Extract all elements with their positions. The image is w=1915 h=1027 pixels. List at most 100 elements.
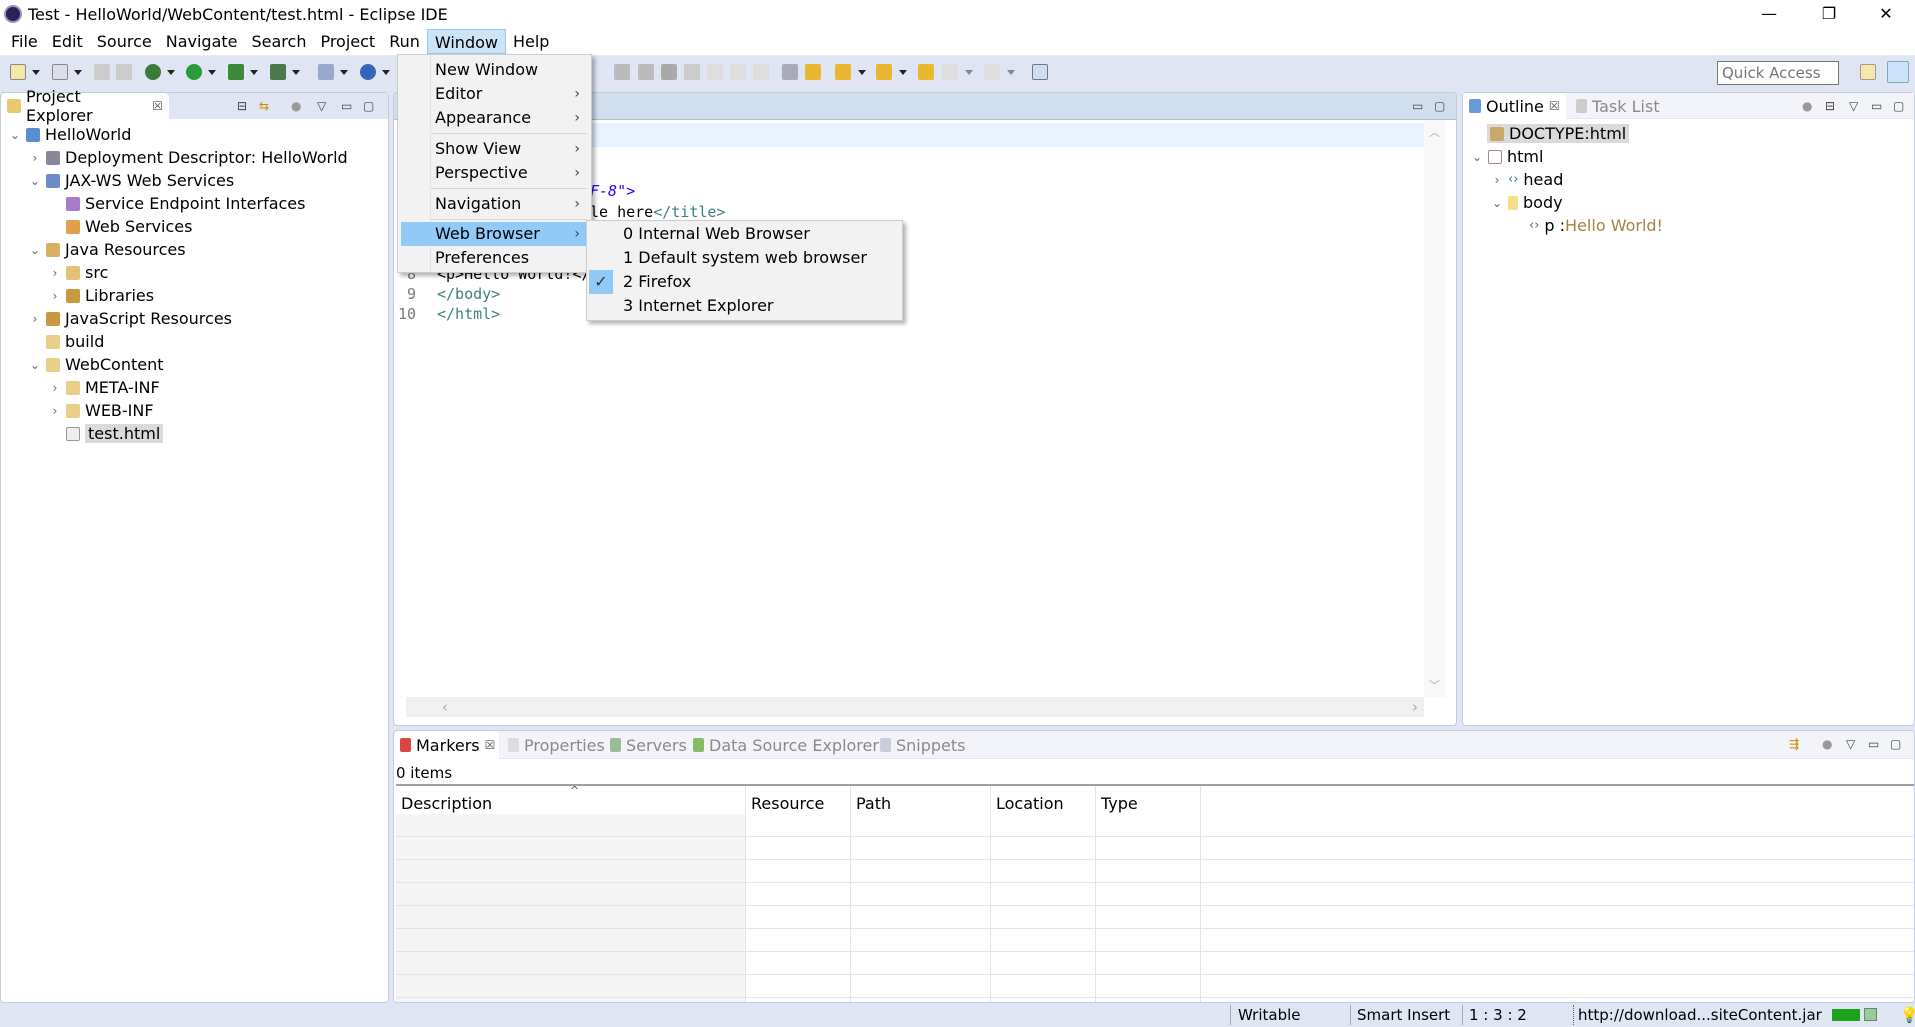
- tab-data-source-explorer[interactable]: Data Source Explorer: [687, 731, 885, 759]
- menu-item-firefox[interactable]: ✓ 2 Firefox: [589, 270, 899, 294]
- step-return-icon[interactable]: [753, 64, 769, 80]
- menu-item-web-browser[interactable]: Web Browser ›: [401, 222, 588, 246]
- minimize-view-icon[interactable]: ▭: [1871, 99, 1882, 113]
- progress-bar[interactable]: [1832, 1009, 1860, 1021]
- menu-item-editor[interactable]: Editor ›: [401, 82, 588, 106]
- progress-view-icon[interactable]: [1864, 1008, 1877, 1021]
- terminate-icon[interactable]: [661, 64, 677, 80]
- view-menu-icon[interactable]: ▽: [317, 99, 326, 113]
- step-over-icon[interactable]: [730, 64, 746, 80]
- menu-item-navigation[interactable]: Navigation ›: [401, 192, 588, 216]
- maximize-view-icon[interactable]: ▢: [363, 99, 374, 113]
- minimize-view-icon[interactable]: ▭: [341, 99, 352, 113]
- suspend-icon[interactable]: [638, 64, 654, 80]
- outline-item-p[interactable]: ‹› p : Hello World!: [1529, 214, 1663, 237]
- chevron-down-icon[interactable]: ⌄: [9, 128, 21, 142]
- menu-item-preferences[interactable]: Preferences: [401, 246, 588, 270]
- tree-item[interactable]: Service Endpoint Interfaces: [49, 192, 305, 215]
- view-menu-icon[interactable]: ▽: [1846, 737, 1855, 751]
- menu-navigate[interactable]: Navigate: [159, 29, 245, 54]
- maximize-view-icon[interactable]: ▢: [1893, 99, 1904, 113]
- column-location[interactable]: Location: [996, 794, 1064, 813]
- menu-file[interactable]: File: [4, 29, 45, 54]
- quick-access-input[interactable]: [1717, 61, 1839, 85]
- java-ee-perspective-icon[interactable]: [1887, 61, 1909, 83]
- filters-icon[interactable]: ●: [291, 99, 301, 113]
- chevron-down-icon[interactable]: ⌄: [1471, 150, 1483, 164]
- tree-item[interactable]: ⌄ HelloWorld: [9, 123, 131, 146]
- collapse-all-icon[interactable]: ⊟: [237, 99, 247, 113]
- menu-edit[interactable]: Edit: [45, 29, 90, 54]
- column-resource[interactable]: Resource: [751, 794, 824, 813]
- menu-help[interactable]: Help: [506, 29, 556, 54]
- close-button[interactable]: ✕: [1857, 0, 1915, 28]
- use-step-filters-icon[interactable]: [805, 64, 821, 80]
- back-icon[interactable]: [942, 64, 958, 80]
- column-description[interactable]: Description: [401, 794, 492, 813]
- tree-item[interactable]: › JavaScript Resources: [29, 307, 232, 330]
- tree-item[interactable]: › META-INF: [49, 376, 160, 399]
- tree-item[interactable]: ⌄ JAX-WS Web Services: [29, 169, 234, 192]
- menu-project[interactable]: Project: [313, 29, 382, 54]
- restore-button[interactable]: ❐: [1800, 0, 1858, 28]
- external-tools-icon[interactable]: [270, 64, 286, 80]
- chevron-right-icon[interactable]: ›: [49, 289, 61, 303]
- tab-task-list[interactable]: Task List: [1570, 93, 1666, 119]
- column-type[interactable]: Type: [1101, 794, 1138, 813]
- menu-source[interactable]: Source: [90, 29, 159, 54]
- close-icon[interactable]: ☒: [1549, 99, 1560, 113]
- chevron-down-icon[interactable]: ⌄: [1491, 196, 1503, 210]
- chevron-down-icon[interactable]: ⌄: [29, 358, 41, 372]
- drop-frame-icon[interactable]: [782, 64, 798, 80]
- outline-item-html[interactable]: ⌄ html: [1471, 145, 1543, 168]
- previous-annotation-icon[interactable]: [876, 64, 892, 80]
- menu-run[interactable]: Run: [382, 29, 427, 54]
- menu-item-appearance[interactable]: Appearance ›: [401, 106, 588, 130]
- open-perspective-icon[interactable]: [1860, 64, 1876, 80]
- menu-item-internal-web-browser[interactable]: 0 Internal Web Browser: [589, 222, 899, 246]
- outline-item-body[interactable]: ⌄ body: [1491, 191, 1563, 214]
- tree-item[interactable]: test.html: [49, 422, 164, 445]
- menu-window[interactable]: Window: [426, 29, 506, 54]
- chevron-right-icon[interactable]: ›: [49, 381, 61, 395]
- tab-properties[interactable]: Properties: [502, 731, 611, 759]
- filters-icon[interactable]: ●: [1822, 737, 1832, 751]
- next-annotation-icon[interactable]: [835, 64, 851, 80]
- tree-item[interactable]: › src: [49, 261, 109, 284]
- outline-item-doctype[interactable]: DOCTYPE:html: [1487, 122, 1630, 145]
- tab-servers[interactable]: Servers: [604, 731, 693, 759]
- run-server-icon[interactable]: [228, 64, 244, 80]
- new-web-service-icon[interactable]: [318, 64, 334, 80]
- resume-icon[interactable]: [614, 64, 630, 80]
- vertical-scrollbar[interactable]: ︿ ﹀: [1424, 120, 1446, 697]
- last-edit-icon[interactable]: [918, 64, 934, 80]
- debug-icon[interactable]: [145, 64, 161, 80]
- disconnect-icon[interactable]: [684, 64, 700, 80]
- new-icon[interactable]: [10, 64, 26, 80]
- save-all-icon[interactable]: [116, 64, 132, 80]
- minimize-button[interactable]: —: [1740, 0, 1798, 28]
- run-icon[interactable]: [186, 64, 202, 80]
- tree-item[interactable]: › Deployment Descriptor: HelloWorld: [29, 146, 348, 169]
- tab-markers[interactable]: Markers ☒: [394, 731, 499, 759]
- chevron-right-icon[interactable]: ›: [29, 312, 41, 326]
- menu-item-perspective[interactable]: Perspective ›: [401, 161, 588, 185]
- status-background-job[interactable]: http://download...siteContent.jar: [1578, 1006, 1822, 1024]
- maximize-view-icon[interactable]: ▢: [1890, 737, 1901, 751]
- chevron-right-icon[interactable]: ›: [49, 404, 61, 418]
- menu-item-default-system-browser[interactable]: 1 Default system web browser: [589, 246, 899, 270]
- close-icon[interactable]: ☒: [152, 99, 163, 113]
- tab-snippets[interactable]: Snippets: [874, 731, 972, 759]
- chevron-right-icon[interactable]: ›: [49, 266, 61, 280]
- forward-icon[interactable]: [984, 64, 1000, 80]
- view-menu-icon[interactable]: ▽: [1849, 99, 1858, 113]
- new-file-icon[interactable]: [52, 64, 68, 80]
- tree-item[interactable]: › WEB-INF: [49, 399, 154, 422]
- chevron-down-icon[interactable]: ⌄: [29, 174, 41, 188]
- tree-item[interactable]: Web Services: [49, 215, 192, 238]
- tree-item[interactable]: build: [29, 330, 104, 353]
- menu-item-new-window[interactable]: New Window: [401, 58, 588, 82]
- menu-item-internet-explorer[interactable]: 3 Internet Explorer: [589, 294, 899, 318]
- menu-search[interactable]: Search: [244, 29, 313, 54]
- new-server-icon[interactable]: [360, 64, 376, 80]
